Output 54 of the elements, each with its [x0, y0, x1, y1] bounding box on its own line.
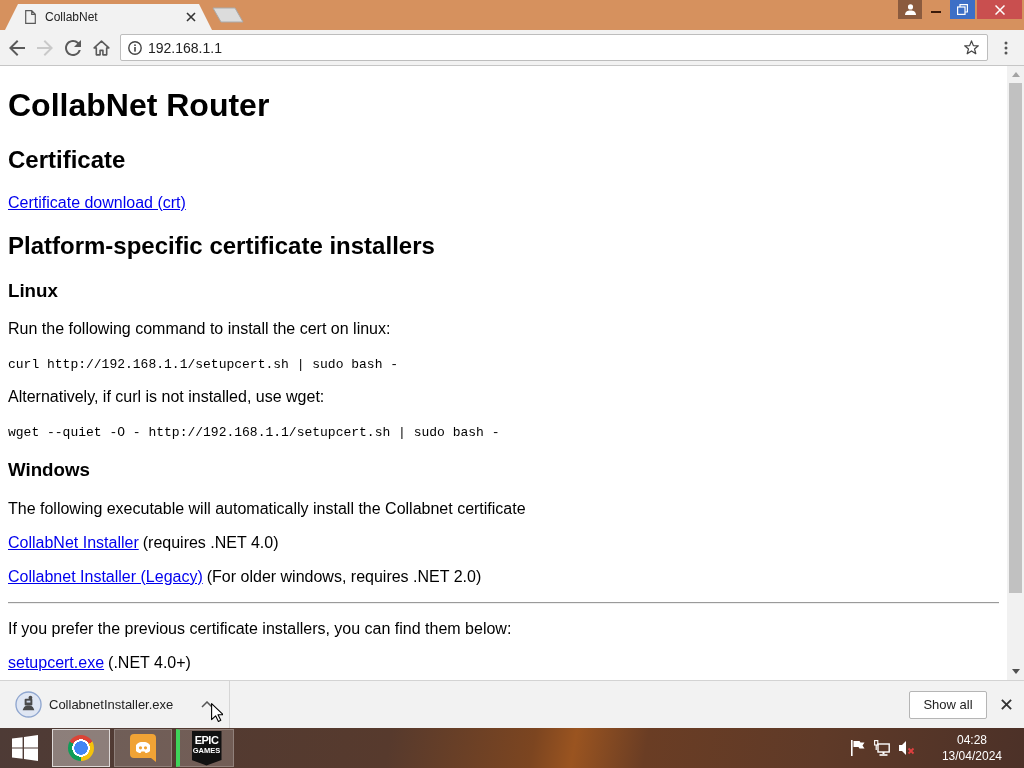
command-line: wget --quiet -O - http://192.168.1.1/setupcert.sh | sudo bash -	[8, 425, 500, 441]
reload-icon[interactable]	[65, 39, 81, 56]
browser-logo-icon	[68, 735, 94, 761]
link-note: (requires .NET 4.0)	[142, 533, 279, 551]
flag-icon[interactable]	[850, 740, 865, 756]
paragraph-text: Run the following command to install the cert on linux:	[8, 320, 392, 339]
paragraph-text: The following executable will automatically install the Collabnet certificate	[8, 499, 527, 518]
page-title: CollabNet Router	[8, 87, 271, 125]
restore-icon	[957, 4, 968, 15]
paragraph-text: Alternatively, if curl is not installed, use wget:	[8, 388, 326, 407]
minimize-icon[interactable]	[931, 10, 941, 13]
caret-up-icon[interactable]	[201, 701, 213, 708]
taskbar-app-button[interactable]	[52, 729, 110, 767]
scrollbar-thumb[interactable]	[1009, 83, 1022, 593]
windows-start-icon[interactable]	[12, 735, 38, 761]
person-icon	[904, 4, 916, 15]
link-note: (.NET 4.0+)	[108, 653, 191, 671]
info-icon[interactable]	[128, 40, 142, 55]
menu-icon[interactable]	[1004, 40, 1008, 55]
clock-date: 13/04/2024	[941, 748, 1002, 764]
close-icon[interactable]	[1001, 699, 1012, 710]
restore-button[interactable]	[950, 0, 975, 19]
speaker-icon[interactable]	[898, 740, 915, 756]
close-tab-icon[interactable]	[186, 12, 196, 22]
mouse-pointer-icon	[211, 703, 223, 722]
paragraph-text: If you prefer the previous certificate installers, you can find them below:	[8, 619, 513, 638]
bookmark-star-icon[interactable]	[964, 40, 979, 55]
download-link[interactable]: Certificate download (crt)	[8, 193, 186, 211]
network-icon[interactable]	[873, 740, 890, 756]
browser-tab[interactable]: CollabNet	[5, 4, 212, 30]
link-note: (For older windows, requires .NET 2.0)	[206, 567, 482, 585]
profile-button[interactable]	[898, 0, 922, 19]
download-link[interactable]: Collabnet Installer (Legacy)	[8, 567, 203, 585]
download-link[interactable]: CollabNet Installer	[8, 533, 139, 551]
section-heading: Platform-specific certificate installers	[8, 231, 436, 260]
subsection-heading: Linux	[8, 279, 59, 302]
taskbar-app-button[interactable]	[114, 729, 172, 767]
show-all-button[interactable]: Show all	[909, 690, 987, 719]
scroll-down-icon[interactable]	[1011, 669, 1020, 674]
address-field[interactable]: 192.168.1.1	[120, 34, 988, 61]
close-icon	[994, 4, 1005, 15]
section-heading: Certificate	[8, 145, 127, 174]
back-arrow-icon[interactable]	[9, 39, 25, 56]
scrollbar-track[interactable]	[1007, 66, 1024, 680]
home-icon[interactable]	[92, 39, 110, 56]
logo-text: EPIC	[194, 733, 219, 746]
chat-app-icon	[130, 734, 156, 762]
command-line: curl http://192.168.1.1/setupcert.sh | sudo bash -	[8, 357, 399, 373]
subsection-heading: Windows	[8, 459, 91, 482]
installer-icon	[15, 691, 42, 718]
clock-time: 04:28	[956, 732, 987, 748]
download-link[interactable]: setupcert.exe	[8, 653, 105, 671]
page-icon	[25, 10, 36, 24]
download-filename[interactable]: CollabnetInstaller.exe	[49, 697, 174, 712]
